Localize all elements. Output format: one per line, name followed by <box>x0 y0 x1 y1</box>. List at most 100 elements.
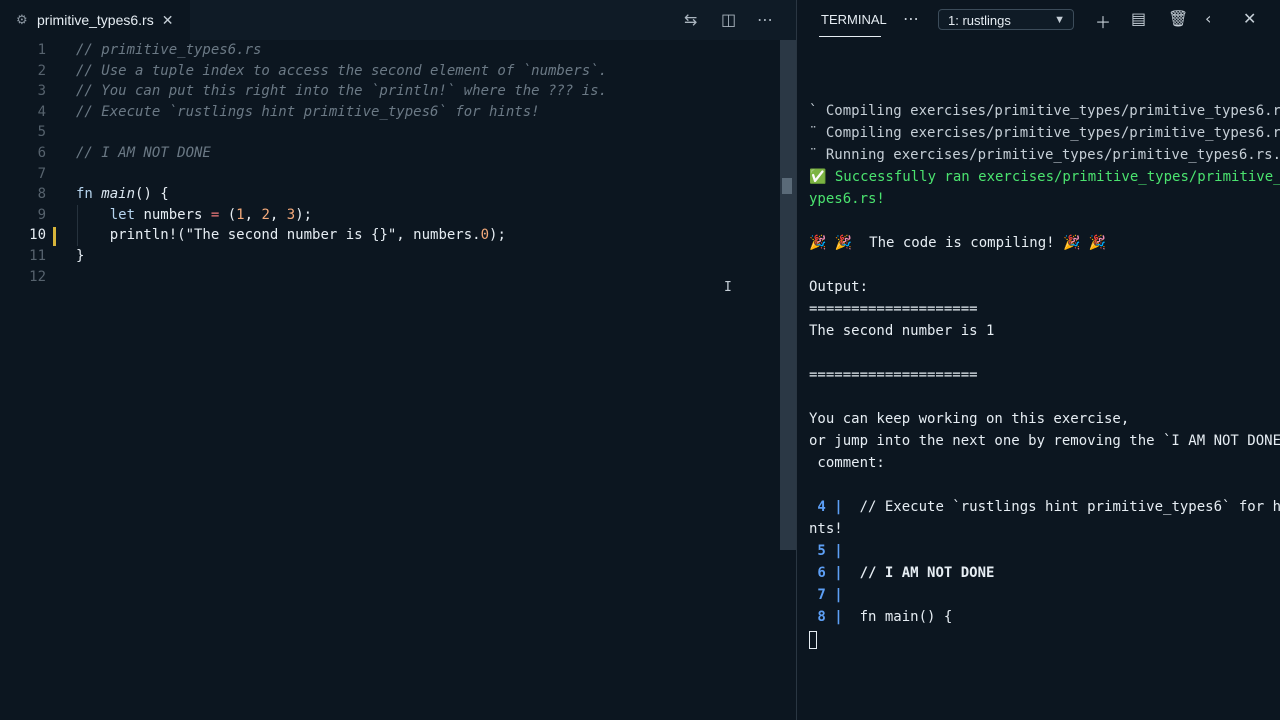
more-actions-icon[interactable]: ⋯ <box>757 10 773 29</box>
more-actions-icon[interactable]: ⋯ <box>903 9 919 29</box>
new-terminal-icon[interactable]: ＋ <box>1095 9 1111 33</box>
terminal-line: 8 | fn main() { <box>809 606 952 628</box>
code-token: // primitive_types6.rs <box>76 42 262 58</box>
terminal-line-text: comment: <box>809 455 885 471</box>
terminal-line-text: fn main() { <box>851 609 953 625</box>
chevron-down-icon: ▼ <box>1054 14 1065 26</box>
code-text: println!("The second number is {}", numb… <box>76 225 506 246</box>
code-line[interactable]: 6 // I AM NOT DONE <box>0 143 780 164</box>
code-line[interactable]: 5 <box>0 122 780 143</box>
split-editor-icon[interactable]: ◫ <box>721 10 736 29</box>
mouse-ibeam-cursor: I <box>724 280 732 295</box>
editor-tab-label: primitive_types6.rs <box>37 12 154 28</box>
code-line[interactable]: 1 // primitive_types6.rs <box>0 40 780 61</box>
close-panel-icon[interactable]: ✕ <box>1243 9 1256 28</box>
code-text: let numbers = (1, 2, 3); <box>76 205 312 226</box>
trash-icon[interactable]: 🗑 <box>1168 9 1188 28</box>
line-number: 5 <box>37 124 46 141</box>
terminal-line-text: ¨ Compiling exercises/primitive_types/pr… <box>809 125 1280 141</box>
terminal-line: You can keep working on this exercise, <box>809 408 1129 430</box>
line-number: 10 <box>29 227 46 244</box>
terminal-line-text: You can keep working on this exercise, <box>809 411 1130 427</box>
terminal-line: nts! <box>809 518 843 540</box>
line-number: 11 <box>29 248 46 264</box>
code-token: println!( <box>76 227 186 244</box>
tab-active-underline <box>819 36 881 37</box>
code-text: // primitive_types6.rs <box>76 40 261 61</box>
code-line[interactable]: 10 println!("The second number is {}", n… <box>0 225 780 246</box>
terminal-line-number: 6 | <box>809 565 852 581</box>
indent-guide <box>77 204 78 246</box>
code-token: numbers <box>143 206 211 223</box>
terminal-line-text: ✅ Successfully ran exercises/primitive_t… <box>809 169 1280 185</box>
code-line[interactable]: 12 <box>0 267 780 288</box>
terminal-selector-value: 1: rustlings <box>948 13 1011 28</box>
terminal-line-text: or jump into the next one by removing th… <box>809 433 1280 449</box>
code-token: 2 <box>261 206 270 223</box>
code-token: 3 <box>286 206 296 223</box>
terminal-line: ¨ Compiling exercises/primitive_types/pr… <box>809 122 1280 144</box>
editor-scrollbar-thumb[interactable] <box>782 178 792 194</box>
split-terminal-icon[interactable]: ▤ <box>1131 9 1146 28</box>
code-token: ( <box>219 206 237 223</box>
line-number: 1 <box>37 42 46 58</box>
code-line[interactable]: 11} <box>0 246 780 267</box>
terminal-line: 5 | <box>809 540 851 562</box>
line-number: 9 <box>37 206 46 223</box>
code-text: // Execute `rustlings hint primitive_typ… <box>76 102 540 123</box>
code-token: ); <box>295 206 313 223</box>
line-number: 2 <box>37 62 46 79</box>
code-token: ); <box>489 227 506 244</box>
open-changes-icon[interactable]: ⇆ <box>684 10 697 29</box>
code-token: , <box>269 206 287 223</box>
terminal-panel[interactable]: TERMINAL ⋯ 1: rustlings ▼ ＋ ▤ 🗑 ‹ ✕ ` Co… <box>796 0 1280 720</box>
code-token: let <box>109 206 144 223</box>
line-number: 8 <box>37 186 46 203</box>
terminal-line: 7 | <box>809 584 851 606</box>
modified-line-marker <box>53 227 56 246</box>
code-text: } <box>76 246 84 267</box>
terminal-line-text: ` Compiling exercises/primitive_types/pr… <box>809 103 1280 119</box>
code-text: fn main() { <box>76 184 169 205</box>
terminal-cursor <box>809 631 817 649</box>
terminal-line: or jump into the next one by removing th… <box>809 430 1280 452</box>
terminal-line-number: 4 | <box>809 499 852 515</box>
editor-tab-primitive-types6[interactable]: ⚙ primitive_types6.rs ✕ <box>0 0 190 40</box>
editor-pane[interactable]: ⚙ primitive_types6.rs ✕ ⇆ ◫ ⋯ 1 // primit… <box>0 0 796 720</box>
line-number: 3 <box>37 83 46 100</box>
terminal-line-text: // I AM NOT DONE <box>851 565 995 581</box>
tab-terminal[interactable]: TERMINAL <box>821 12 887 27</box>
terminal-line-number: 7 | <box>809 587 852 603</box>
code-token: // You can put this right into the `prin… <box>76 83 608 100</box>
code-text: // Use a tuple index to access the secon… <box>76 61 607 82</box>
code-line[interactable]: 7 <box>0 164 780 185</box>
terminal-line-text: ¨ Running exercises/primitive_types/prim… <box>809 147 1280 163</box>
terminal-line: 6 | // I AM NOT DONE <box>809 562 994 584</box>
code-line[interactable]: 9 let numbers = (1, 2, 3); <box>0 205 780 226</box>
line-number: 6 <box>37 145 46 161</box>
code-token: // I AM NOT DONE <box>76 145 211 161</box>
terminal-line: ==================== <box>809 298 978 320</box>
code-line[interactable]: 8 fn main() { <box>0 184 780 205</box>
terminal-header: TERMINAL ⋯ 1: rustlings ▼ ＋ ▤ 🗑 ‹ ✕ <box>797 0 1280 40</box>
terminal-line: The second number is 1 <box>809 320 994 342</box>
terminal-line: comment: <box>809 452 885 474</box>
terminal-line: ypes6.rs! <box>809 188 885 210</box>
terminal-selector[interactable]: 1: rustlings ▼ <box>938 9 1074 30</box>
terminal-line-number: 8 | <box>809 609 852 625</box>
code-token: "The second number is {}" <box>185 227 397 244</box>
code-token: // Execute `rustlings hint primitive_typ… <box>76 103 540 120</box>
terminal-line: 🎉 🎉 The code is compiling! 🎉 🎉 <box>809 232 1106 254</box>
code-token: 0 <box>480 227 490 244</box>
terminal-line: 4 | // Execute `rustlings hint primitive… <box>809 496 1280 518</box>
code-line[interactable]: 3 // You can put this right into the `pri… <box>0 81 780 102</box>
code-line[interactable]: 4 // Execute `rustlings hint primitive_ty… <box>0 102 780 123</box>
chevron-left-icon[interactable]: ‹ <box>1205 9 1211 28</box>
editor-scrollbar[interactable] <box>780 40 796 550</box>
line-number: 7 <box>37 165 46 182</box>
close-icon[interactable]: ✕ <box>162 12 174 29</box>
code-line[interactable]: 2 // Use a tuple index to access the seco… <box>0 61 780 82</box>
code-token: main <box>101 186 136 203</box>
terminal-line-number: 5 | <box>809 543 852 559</box>
